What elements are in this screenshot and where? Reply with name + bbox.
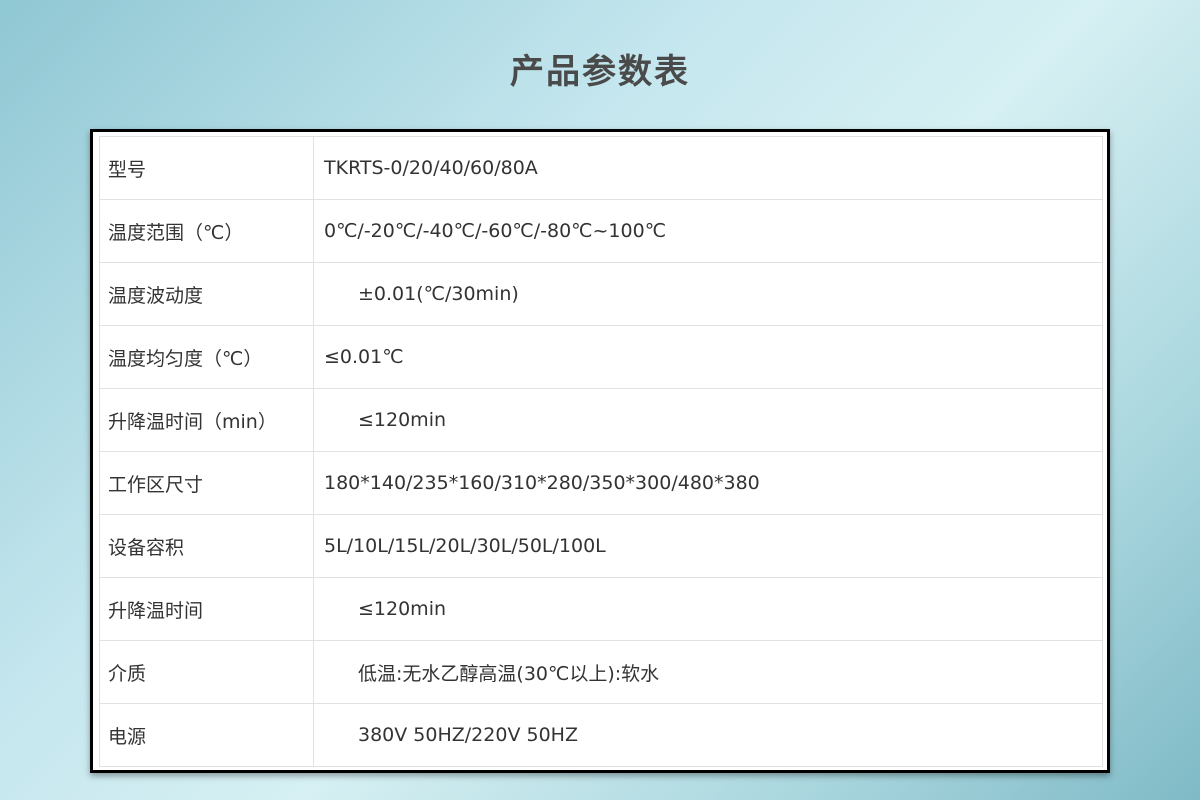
table-row: 升降温时间 ≤120min [99,577,1103,641]
row-label: 温度均匀度（℃） [99,325,314,389]
row-value: 180*140/235*160/310*280/350*300/480*380 [313,451,1103,515]
row-label: 温度波动度 [99,262,314,326]
parameter-table-frame: 型号 TKRTS-0/20/40/60/80A 温度范围（℃） 0℃/-20℃/… [90,129,1110,773]
row-label: 温度范围（℃） [99,199,314,263]
table-row: 电源 380V 50HZ/220V 50HZ [99,703,1103,767]
row-value: 低温:无水乙醇高温(30℃以上):软水 [313,640,1103,704]
table-row: 设备容积 5L/10L/15L/20L/30L/50L/100L [99,514,1103,578]
row-value: ≤120min [313,577,1103,641]
row-label: 设备容积 [99,514,314,578]
table-row: 介质 低温:无水乙醇高温(30℃以上):软水 [99,640,1103,704]
row-value: ≤0.01℃ [313,325,1103,389]
table-row: 工作区尺寸 180*140/235*160/310*280/350*300/48… [99,451,1103,515]
table-row: 温度均匀度（℃） ≤0.01℃ [99,325,1103,389]
parameter-table: 型号 TKRTS-0/20/40/60/80A 温度范围（℃） 0℃/-20℃/… [99,136,1103,767]
row-label: 升降温时间（min） [99,388,314,452]
row-value: 380V 50HZ/220V 50HZ [313,703,1103,767]
row-value: TKRTS-0/20/40/60/80A [313,136,1103,200]
row-value: ±0.01(℃/30min) [313,262,1103,326]
row-value: ≤120min [313,388,1103,452]
table-row: 温度范围（℃） 0℃/-20℃/-40℃/-60℃/-80℃~100℃ [99,199,1103,263]
row-value: 5L/10L/15L/20L/30L/50L/100L [313,514,1103,578]
row-label: 型号 [99,136,314,200]
table-row: 温度波动度 ±0.01(℃/30min) [99,262,1103,326]
row-label: 电源 [99,703,314,767]
row-label: 介质 [99,640,314,704]
page-title: 产品参数表 [510,52,690,92]
table-row: 升降温时间（min） ≤120min [99,388,1103,452]
table-row: 型号 TKRTS-0/20/40/60/80A [99,136,1103,200]
row-value: 0℃/-20℃/-40℃/-60℃/-80℃~100℃ [313,199,1103,263]
row-label: 工作区尺寸 [99,451,314,515]
row-label: 升降温时间 [99,577,314,641]
